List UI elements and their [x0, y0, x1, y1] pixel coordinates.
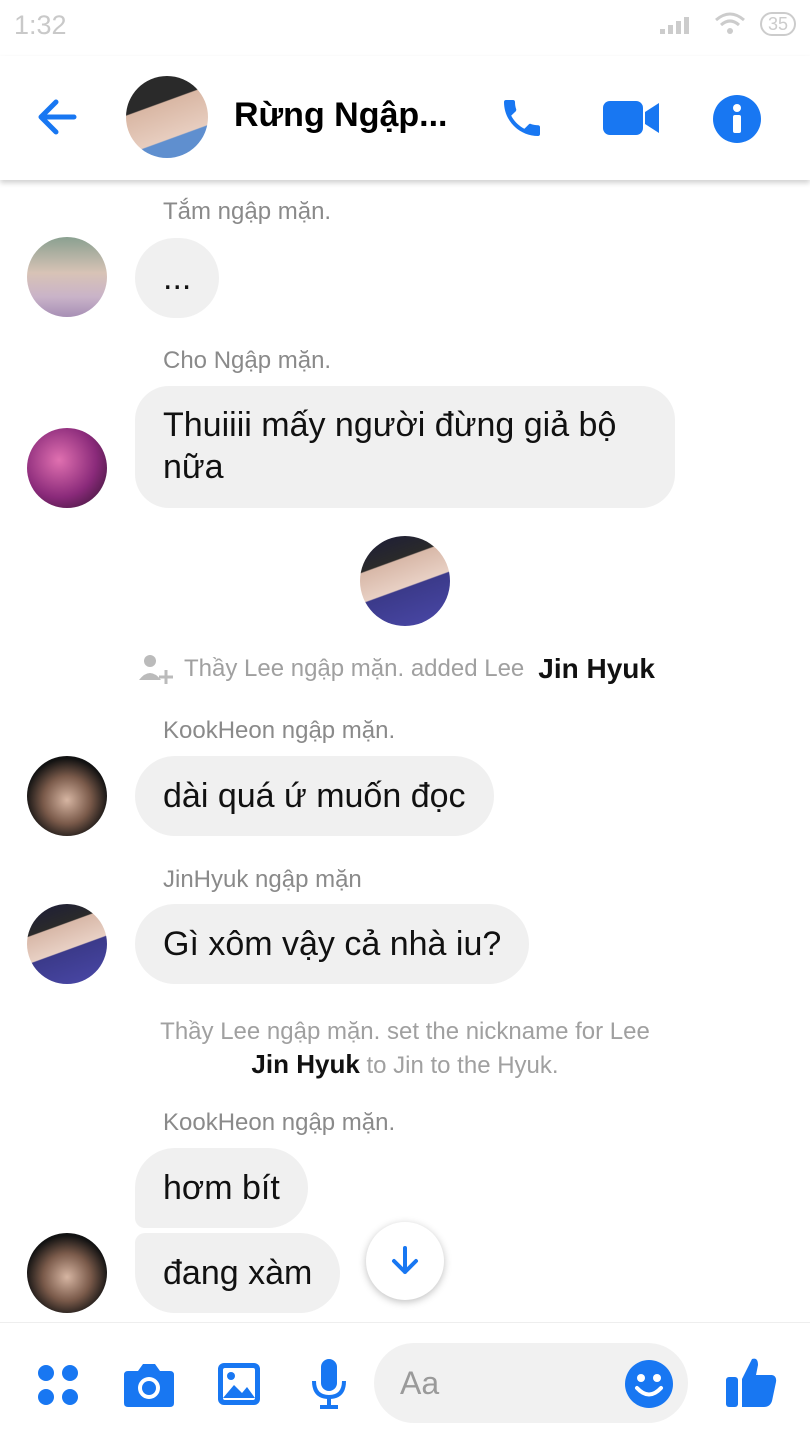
- avatar[interactable]: [27, 428, 107, 508]
- message-text: nữa: [163, 448, 224, 486]
- system-text: Thầy Lee ngập mặn. set the nickname for …: [160, 1018, 650, 1045]
- message-text: đang xàm: [163, 1253, 313, 1292]
- message-input[interactable]: Aa: [374, 1343, 688, 1423]
- system-event-added: Thầy Lee ngập mặn. added Lee Jin Hyuk: [138, 652, 655, 686]
- avatar[interactable]: [27, 904, 107, 984]
- chat-title[interactable]: Rừng Ngập...: [234, 96, 448, 135]
- message-text: Thuiiii mấy người đừng giả bộ: [163, 406, 617, 444]
- message-text: ...: [163, 258, 192, 297]
- chat-header: Rừng Ngập...: [0, 56, 810, 180]
- scroll-down-icon: [392, 1246, 418, 1274]
- battery-level: 35: [767, 14, 788, 34]
- status-bar: 1:32 35: [0, 0, 810, 56]
- composer-bar: Aa: [0, 1322, 810, 1441]
- phone-icon[interactable]: [498, 94, 546, 142]
- message-bubble[interactable]: hơm bít: [135, 1148, 308, 1228]
- message-text: dài quá ứ muốn đọc: [163, 776, 466, 815]
- back-arrow-icon[interactable]: [36, 96, 78, 138]
- user-name[interactable]: Jin Hyuk: [538, 653, 655, 685]
- battery-icon: 35: [759, 12, 796, 36]
- sender-name: Cho Ngập mặn.: [163, 347, 332, 374]
- message-bubble[interactable]: dài quá ứ muốn đọc: [135, 756, 494, 836]
- avatar[interactable]: [27, 237, 107, 317]
- sender-name: Tắm ngập mặn.: [163, 198, 332, 225]
- message-text: hơm bít: [163, 1168, 280, 1207]
- message-bubble[interactable]: đang xàm: [135, 1233, 341, 1313]
- mic-icon[interactable]: [310, 1357, 348, 1411]
- emoji-icon[interactable]: [624, 1359, 674, 1409]
- info-icon[interactable]: [712, 94, 762, 144]
- message-input-placeholder: Aa: [400, 1365, 440, 1401]
- system-event-nickname: Thầy Lee ngập mặn. set the nickname for …: [0, 1016, 810, 1082]
- avatar[interactable]: [27, 756, 107, 836]
- sender-name: JinHyuk ngập mặn: [163, 866, 362, 893]
- message-bubble[interactable]: Gì xôm vậy cả nhà iu?: [135, 904, 530, 984]
- signal-icon: [659, 17, 689, 34]
- avatar[interactable]: [27, 1233, 107, 1313]
- wifi-icon: [714, 12, 745, 34]
- added-user-avatar[interactable]: [360, 536, 450, 626]
- image-icon[interactable]: [216, 1361, 262, 1407]
- status-icons: 35: [659, 12, 796, 36]
- like-icon[interactable]: [724, 1355, 778, 1409]
- video-icon[interactable]: [602, 98, 660, 138]
- scroll-down-button[interactable]: [366, 1222, 444, 1300]
- message-bubble[interactable]: ...: [135, 238, 220, 318]
- message-bubble[interactable]: Thuiiii mấy người đừng giả bộ nữa: [135, 386, 675, 508]
- sender-name: KookHeon ngập mặn.: [163, 717, 396, 744]
- system-text-line2: Jin Hyuk to Jin to the Hyuk.: [0, 1048, 810, 1082]
- menu-dots-icon[interactable]: [36, 1363, 80, 1407]
- group-avatar[interactable]: [126, 76, 208, 158]
- message-text: Gì xôm vậy cả nhà iu?: [163, 924, 502, 963]
- status-time: 1:32: [14, 10, 67, 40]
- sender-name: KookHeon ngập mặn.: [163, 1109, 396, 1136]
- system-text: Thầy Lee ngập mặn. added Lee: [184, 655, 525, 682]
- add-person-icon: [139, 655, 173, 684]
- camera-icon[interactable]: [122, 1361, 176, 1409]
- user-name[interactable]: Jin Hyuk: [251, 1049, 359, 1079]
- system-text: to Jin to the Hyuk.: [366, 1052, 559, 1079]
